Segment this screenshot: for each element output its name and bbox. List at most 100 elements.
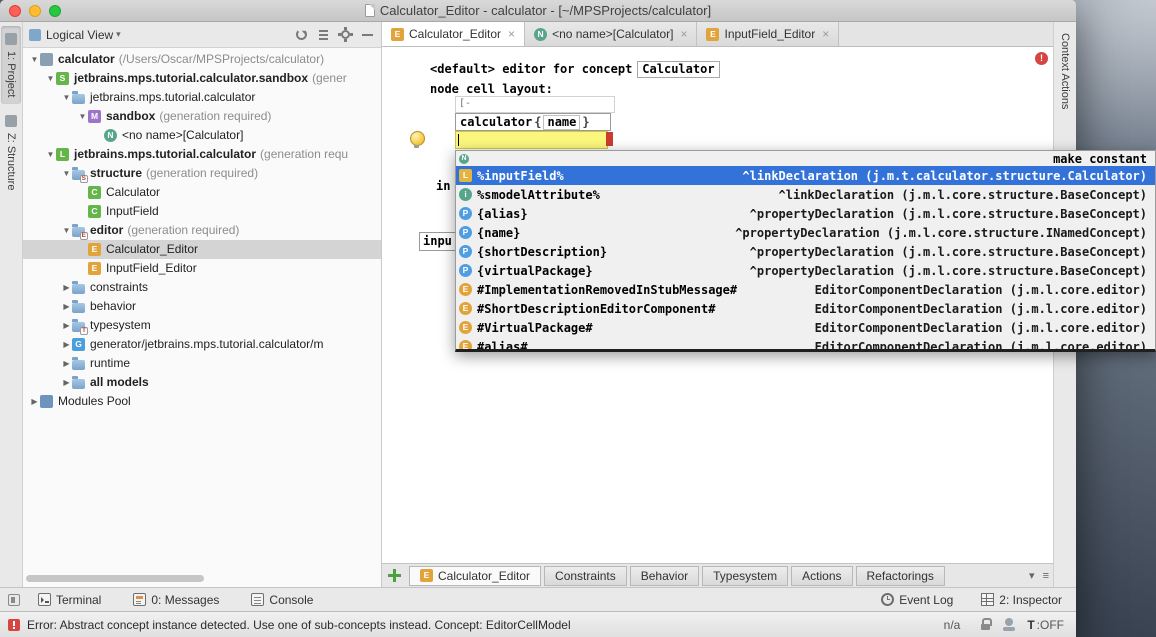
- sync-icon[interactable]: [294, 27, 309, 42]
- toolwindow-switcher-icon[interactable]: [8, 594, 20, 606]
- name-cell[interactable]: name: [543, 115, 580, 130]
- tree-item-generator-jetbrains-mps-tutorial-calculator-m[interactable]: ▶Ggenerator/jetbrains.mps.tutorial.calcu…: [23, 335, 381, 354]
- view-selector[interactable]: Logical View: [46, 28, 113, 42]
- constant-cell[interactable]: calculator: [460, 115, 532, 129]
- inspections-profile-icon[interactable]: [1003, 618, 1015, 631]
- horizontal-scrollbar-thumb[interactable]: [26, 575, 204, 582]
- attribute-icon: i: [459, 188, 472, 201]
- completion-item-implementationremovedinstubmessage[interactable]: E#ImplementationRemovedInStubMessage#Edi…: [456, 280, 1155, 299]
- trace-toggle-label: T: [1027, 618, 1034, 632]
- completion-item-alias[interactable]: E#alias#EditorComponentDeclaration (j.m.…: [456, 337, 1155, 352]
- collapsed-arrow-icon[interactable]: ▶: [61, 335, 72, 354]
- tree-item-calculator-editor[interactable]: ECalculator_Editor: [23, 240, 381, 259]
- icon-letter: E: [463, 285, 469, 294]
- close-tab-icon[interactable]: ×: [508, 28, 515, 40]
- collapsed-arrow-icon[interactable]: ▶: [61, 297, 72, 316]
- aspect-tab-actions[interactable]: Actions: [791, 566, 852, 586]
- tree-item-no-name-calculator[interactable]: N<no name>[Calculator]: [23, 126, 381, 145]
- aspect-tab-constraints[interactable]: Constraints: [544, 566, 627, 586]
- editor-tab-calculator-editor[interactable]: ECalculator_Editor×: [382, 22, 525, 46]
- collapsed-arrow-icon[interactable]: ▶: [29, 392, 40, 411]
- tree-item-jetbrains-mps-tutorial-calculator[interactable]: ▼jetbrains.mps.tutorial.calculator: [23, 88, 381, 107]
- chevron-down-icon[interactable]: ▾: [1029, 569, 1035, 582]
- tree-item-editor[interactable]: ▼Eeditor (generation required): [23, 221, 381, 240]
- tool-button-console[interactable]: Console: [251, 593, 313, 607]
- lock-icon[interactable]: [980, 618, 991, 631]
- tree-item-typesystem[interactable]: ▶Ttypesystem: [23, 316, 381, 335]
- error-count-badge[interactable]: !: [1035, 52, 1048, 65]
- icon-letter: P: [463, 247, 469, 256]
- aspect-tab-behavior[interactable]: Behavior: [630, 566, 699, 586]
- aspect-tab-typesystem[interactable]: Typesystem: [702, 566, 788, 586]
- settings-gear-icon[interactable]: [338, 27, 353, 42]
- tree-item-jetbrains-mps-tutorial-calculator[interactable]: ▼Ljetbrains.mps.tutorial.calculator (gen…: [23, 145, 381, 164]
- icon-letter: S: [60, 74, 66, 83]
- expanded-arrow-icon[interactable]: ▼: [61, 164, 72, 183]
- concept-reference-cell[interactable]: Calculator: [637, 61, 719, 78]
- completion-item-smodelattribute[interactable]: i%smodelAttribute%^linkDeclaration (j.m.…: [456, 185, 1155, 204]
- tree-item-structure[interactable]: ▼Sstructure (generation required): [23, 164, 381, 183]
- cell-collection[interactable]: [-: [455, 96, 615, 113]
- completion-item-virtualpackage[interactable]: E#VirtualPackage#EditorComponentDeclarat…: [456, 318, 1155, 337]
- tool-button-terminal[interactable]: Terminal: [38, 593, 101, 607]
- completion-item-name[interactable]: P{name}^propertyDeclaration (j.m.l.core.…: [456, 223, 1155, 242]
- expanded-arrow-icon[interactable]: ▼: [45, 69, 56, 88]
- tree-item-label: sandbox: [106, 107, 155, 126]
- tool-tab-context-actions[interactable]: Context Actions: [1055, 26, 1075, 116]
- tool-button-2-inspector[interactable]: 2: Inspector: [981, 593, 1062, 607]
- tool-button-0-messages[interactable]: 0: Messages: [133, 593, 219, 607]
- chevron-down-icon[interactable]: ▾: [116, 29, 121, 40]
- add-aspect-icon[interactable]: [388, 569, 401, 582]
- tree-item-behavior[interactable]: ▶ behavior: [23, 297, 381, 316]
- completion-item-shortdescriptioneditorcomponent[interactable]: E#ShortDescriptionEditorComponent#Editor…: [456, 299, 1155, 318]
- expanded-arrow-icon[interactable]: ▼: [61, 88, 72, 107]
- tool-tab-1-project[interactable]: 1: Project: [1, 26, 21, 104]
- collapse-all-icon[interactable]: [316, 27, 331, 42]
- trace-toggle[interactable]: T:OFF: [1027, 618, 1064, 632]
- editor-aspect-icon: E: [88, 262, 101, 275]
- collapsed-arrow-icon[interactable]: ▶: [61, 278, 72, 297]
- view-list-icon[interactable]: ≡: [1043, 570, 1049, 582]
- aspect-tab-refactorings[interactable]: Refactorings: [856, 566, 945, 586]
- tree-item-label: behavior: [90, 297, 136, 316]
- expanded-arrow-icon[interactable]: ▼: [45, 145, 56, 164]
- aspect-tab-calculator-editor[interactable]: ECalculator_Editor: [409, 566, 541, 586]
- collapsed-arrow-icon[interactable]: ▶: [61, 316, 72, 335]
- icon-letter: L: [463, 171, 468, 180]
- expanded-arrow-icon[interactable]: ▼: [61, 221, 72, 240]
- cell-row[interactable]: calculator { name }: [455, 113, 611, 131]
- expanded-arrow-icon[interactable]: ▼: [77, 107, 88, 126]
- close-tab-icon[interactable]: ×: [680, 28, 687, 40]
- tree-item-constraints[interactable]: ▶constraints: [23, 278, 381, 297]
- tree-item-calculator[interactable]: CCalculator: [23, 183, 381, 202]
- completion-item-inputfield[interactable]: L%inputField%^linkDeclaration (j.m.t.cal…: [456, 166, 1155, 185]
- editor-tab-inputfield-editor[interactable]: EInputField_Editor×: [697, 22, 839, 46]
- expanded-arrow-icon[interactable]: ▼: [29, 50, 40, 69]
- tool-button-event-log[interactable]: Event Log: [881, 593, 953, 607]
- collapsed-arrow-icon[interactable]: ▶: [61, 354, 72, 373]
- tree-item-inputfield[interactable]: CInputField: [23, 202, 381, 221]
- tool-tab-z-structure[interactable]: Z: Structure: [1, 108, 21, 197]
- tree-item-label: jetbrains.mps.tutorial.calculator.sandbo…: [74, 69, 308, 88]
- intention-bulb-icon[interactable]: [410, 131, 423, 148]
- completion-item-shortdescription[interactable]: P{shortDescription}^propertyDeclaration …: [456, 242, 1155, 261]
- close-tab-icon[interactable]: ×: [822, 28, 829, 40]
- tree-item-suffix: (generation required): [159, 107, 271, 126]
- hide-panel-icon[interactable]: [360, 27, 375, 42]
- popup-action-label[interactable]: make constant: [1053, 152, 1147, 166]
- tree-item-runtime[interactable]: ▶runtime: [23, 354, 381, 373]
- active-edit-cell[interactable]: [455, 131, 608, 149]
- editor-tab-no-name-calculator[interactable]: N<no name>[Calculator]×: [525, 22, 697, 46]
- tree-item-jetbrains-mps-tutorial-calculator-sandbox[interactable]: ▼ Sjetbrains.mps.tutorial.calculator.sand…: [23, 69, 381, 88]
- collapsed-arrow-icon[interactable]: ▶: [61, 373, 72, 392]
- model-icon: M: [88, 110, 101, 123]
- completion-item-alias[interactable]: P{alias}^propertyDeclaration (j.m.l.core…: [456, 204, 1155, 223]
- tree-item-inputfield-editor[interactable]: E InputField_Editor: [23, 259, 381, 278]
- tree-item-sandbox[interactable]: ▼Msandbox (generation required): [23, 107, 381, 126]
- tree-item-label: InputField_Editor: [106, 259, 197, 278]
- titlebar[interactable]: Calculator_Editor - calculator - [~/MPSP…: [0, 0, 1076, 22]
- tree-item-modules-pool[interactable]: ▶Modules Pool: [23, 392, 381, 411]
- tree-item-calculator[interactable]: ▼calculator (/Users/Oscar/MPSProjects/ca…: [23, 50, 381, 69]
- completion-item-virtualpackage[interactable]: P{virtualPackage}^propertyDeclaration (j…: [456, 261, 1155, 280]
- tree-item-all-models[interactable]: ▶all models: [23, 373, 381, 392]
